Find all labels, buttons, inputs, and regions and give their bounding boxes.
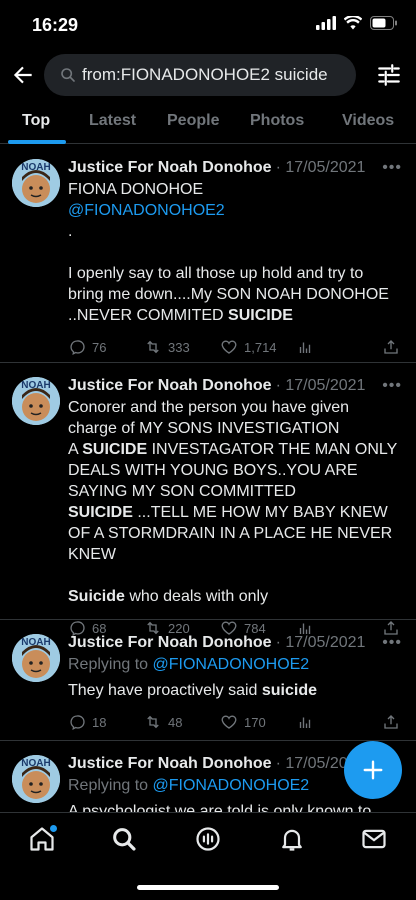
views-button[interactable] xyxy=(296,338,336,356)
tweet[interactable]: NOAH Justice For Noah Donohoe · 17/05/202… xyxy=(0,363,416,636)
share-icon xyxy=(384,340,398,354)
more-options-icon[interactable]: ••• xyxy=(382,634,402,652)
retweet-count: 48 xyxy=(168,714,183,730)
tweet[interactable]: NOAH Justice For Noah Donohoe · 17/05/202… xyxy=(0,145,416,363)
envelope-icon xyxy=(362,829,386,849)
search-results-feed[interactable]: NOAH Justice For Noah Donohoe · 17/05/202… xyxy=(0,145,416,812)
retweet-button[interactable]: 48 xyxy=(144,713,220,731)
avatar-logo-text: NOAH xyxy=(21,758,50,769)
mention-link[interactable]: @FIONADONOHOE2 xyxy=(153,656,310,673)
retweet-icon xyxy=(147,715,159,729)
status-bar: 16:29 xyxy=(0,0,416,52)
tweet-actions: 18 48 170 xyxy=(68,711,402,733)
retweet-icon xyxy=(147,340,159,354)
like-button[interactable]: 170 xyxy=(220,713,296,731)
search-header: from:FIONADONOHOE2 suicide xyxy=(0,52,416,98)
search-input[interactable]: from:FIONADONOHOE2 suicide xyxy=(44,54,356,96)
share-button[interactable] xyxy=(382,713,400,731)
status-time: 16:29 xyxy=(32,15,79,35)
nav-search[interactable] xyxy=(110,825,138,853)
tweet-text: FIONA DONOHOE @FIONADONOHOE2 . I openly … xyxy=(68,181,389,324)
nav-notifications[interactable] xyxy=(278,825,306,853)
search-tabs: Top Latest People Photos Videos xyxy=(0,98,416,144)
tweet-text: Conorer and the person you have given ch… xyxy=(68,399,397,605)
plus-icon xyxy=(363,760,383,780)
home-indicator-bar xyxy=(137,885,279,890)
mention-link[interactable]: @FIONADONOHOE2 xyxy=(153,777,310,794)
tab-people[interactable]: People xyxy=(167,112,219,130)
avatar[interactable]: NOAH xyxy=(12,755,60,803)
battery-icon xyxy=(370,16,397,30)
mention-link[interactable]: @FIONADONOHOE2 xyxy=(68,202,225,219)
avatar[interactable]: NOAH xyxy=(12,634,60,682)
tab-photos[interactable]: Photos xyxy=(250,112,304,130)
replying-to: Replying to @FIONADONOHOE2 xyxy=(68,656,310,673)
notification-dot xyxy=(50,825,57,832)
views-bar-chart-icon xyxy=(299,717,311,728)
tweet-author[interactable]: Justice For Noah Donohoe xyxy=(68,375,272,397)
like-count: 1,714 xyxy=(244,339,277,355)
more-options-icon[interactable]: ••• xyxy=(382,377,402,395)
nav-spaces[interactable] xyxy=(194,825,222,853)
views-bar-chart-icon xyxy=(299,342,311,353)
search-icon xyxy=(113,828,136,851)
wifi-icon xyxy=(344,16,362,30)
tweet-author[interactable]: Justice For Noah Donohoe xyxy=(68,632,272,654)
tweet-author[interactable]: Justice For Noah Donohoe xyxy=(68,157,272,179)
retweet-button[interactable]: 333 xyxy=(144,338,220,356)
search-query: from:FIONADONOHOE2 suicide xyxy=(82,65,328,84)
avatar-logo-text: NOAH xyxy=(21,380,50,391)
status-icons xyxy=(316,16,398,30)
share-icon xyxy=(384,715,398,729)
tweet[interactable]: NOAH Justice For Noah Donohoe · 17/05/202… xyxy=(0,620,416,741)
avatar-logo-text: NOAH xyxy=(21,162,50,173)
tweet-author[interactable]: Justice For Noah Donohoe xyxy=(68,753,272,775)
search-icon xyxy=(61,68,75,82)
reply-count: 18 xyxy=(92,714,107,730)
tweet-date: · 17/05/2021 xyxy=(275,159,366,176)
like-button[interactable]: 1,714 xyxy=(220,338,296,356)
tweet-text: They have proactively said suicide xyxy=(68,682,318,699)
compose-tweet-button[interactable] xyxy=(344,741,402,799)
more-options-icon[interactable]: ••• xyxy=(382,159,402,177)
tab-latest[interactable]: Latest xyxy=(89,112,136,130)
signal-icon xyxy=(316,16,336,30)
reply-icon xyxy=(70,340,85,355)
tab-top[interactable]: Top xyxy=(22,112,50,130)
tab-videos[interactable]: Videos xyxy=(342,112,394,130)
heart-icon xyxy=(221,715,237,729)
like-count: 170 xyxy=(244,714,266,730)
avatar-logo-text: NOAH xyxy=(21,637,50,648)
reply-button[interactable]: 18 xyxy=(68,713,144,731)
nav-messages[interactable] xyxy=(360,825,388,853)
bell-icon xyxy=(282,829,302,851)
tweet-actions: 76 333 1,714 xyxy=(68,336,402,358)
spaces-microphone-icon xyxy=(196,827,220,851)
nav-home[interactable] xyxy=(28,825,57,853)
retweet-count: 333 xyxy=(168,339,190,355)
tweet-date: · 17/05/2021 xyxy=(275,377,366,394)
active-tab-indicator xyxy=(8,140,66,144)
reply-button[interactable]: 76 xyxy=(68,338,144,356)
share-button[interactable] xyxy=(382,338,400,356)
filter-settings-icon[interactable] xyxy=(376,62,402,88)
avatar[interactable]: NOAH xyxy=(12,377,60,425)
heart-icon xyxy=(221,340,237,354)
reply-count: 76 xyxy=(92,339,107,355)
tweet-date: · 17/05/2021 xyxy=(275,634,366,651)
views-button[interactable] xyxy=(296,713,336,731)
reply-icon xyxy=(70,715,85,730)
tweet-text: A psychologist we are told is only known… xyxy=(68,803,372,812)
back-arrow-icon[interactable] xyxy=(10,62,36,88)
avatar[interactable]: NOAH xyxy=(12,159,60,207)
